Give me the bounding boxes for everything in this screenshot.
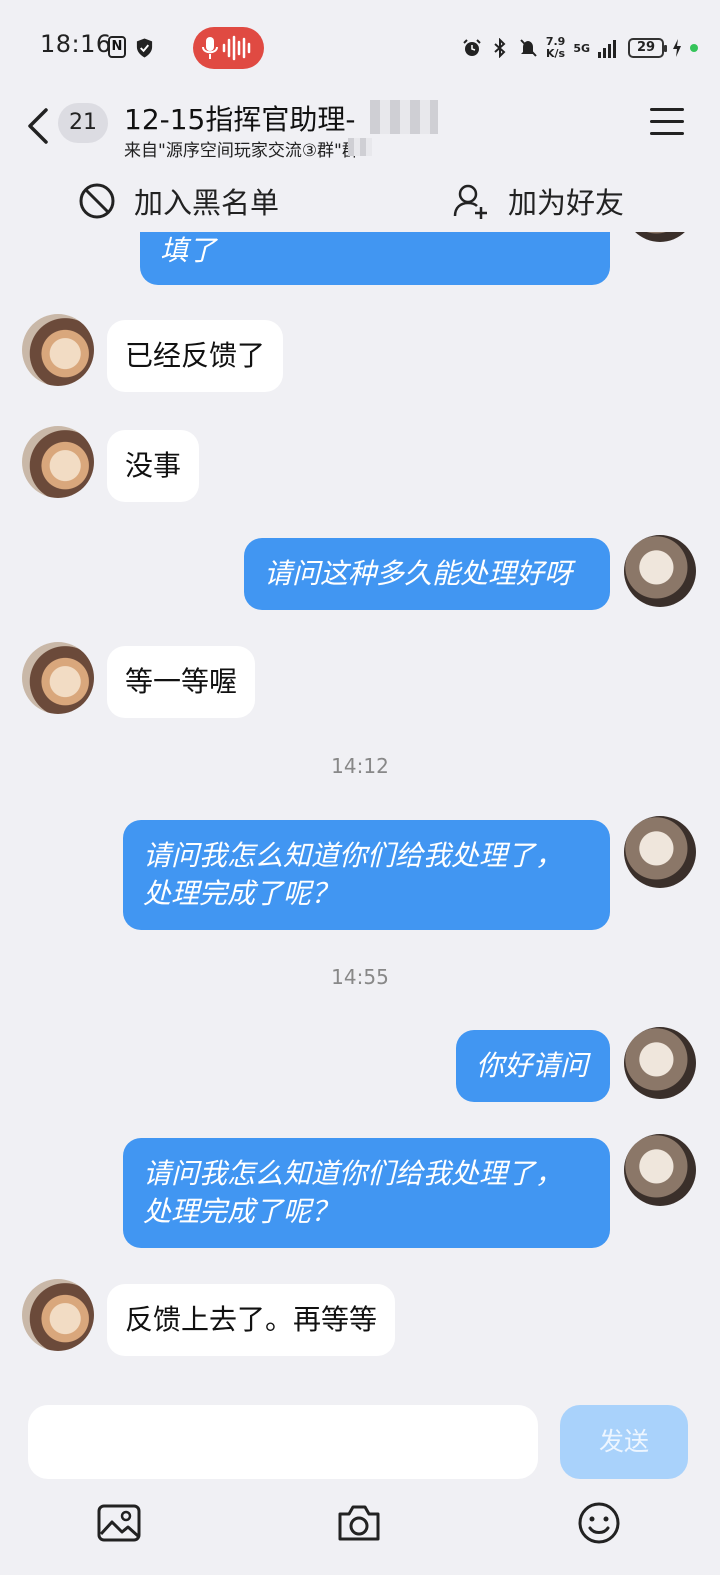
message-bubble-incoming[interactable]: 反馈上去了。再等等	[107, 1284, 396, 1356]
redacted-name	[370, 100, 438, 134]
avatar[interactable]	[624, 1134, 696, 1206]
add-friend-label: 加为好友	[508, 186, 625, 220]
message-text: 请问我怎么知道你们给我处理了，处理完成了呢？	[143, 839, 564, 910]
message-bubble-outgoing[interactable]: 你好请问	[456, 1030, 610, 1102]
recording-indicator[interactable]	[193, 27, 264, 69]
message-bubble-outgoing[interactable]: 请问我怎么知道你们给我处理了，处理完成了呢？	[123, 820, 610, 930]
message-text: 填了	[160, 234, 217, 267]
message-text: 已经反馈了	[125, 339, 266, 372]
avatar[interactable]	[624, 535, 696, 607]
message-bubble-outgoing[interactable]: 请问我怎么知道你们给我处理了，处理完成了呢？	[123, 1138, 610, 1248]
status-icons: 7.9 K/s 5G 29	[462, 34, 698, 62]
block-icon	[79, 183, 115, 219]
timestamp: 14:12	[331, 754, 389, 778]
network-speed-unit: K/s	[546, 47, 566, 60]
emoji-icon[interactable]	[576, 1500, 622, 1546]
avatar[interactable]	[22, 426, 94, 498]
message-text: 等一等喔	[125, 665, 238, 698]
message-text: 请问我怎么知道你们给我处理了，处理完成了呢？	[143, 1157, 564, 1228]
privacy-dot	[690, 44, 698, 52]
message-text: 反馈上去了。再等等	[125, 1303, 378, 1336]
message-input[interactable]	[28, 1405, 538, 1479]
avatar[interactable]	[22, 1279, 94, 1351]
menu-line	[650, 120, 684, 123]
back-icon[interactable]	[24, 106, 54, 146]
charging-icon	[673, 39, 681, 57]
message-bubble-outgoing[interactable]: 请问这种多久能处理好呀	[244, 538, 610, 610]
blacklist-label: 加入黑名单	[134, 186, 280, 220]
signal-icon	[598, 40, 616, 58]
stranger-action-bar: 加入黑名单 加为好友	[0, 170, 720, 232]
timestamp: 14:55	[331, 965, 389, 989]
battery-icon: 29	[628, 38, 667, 58]
mute-icon	[520, 39, 537, 57]
avatar[interactable]	[22, 314, 94, 386]
nfc-icon: N	[108, 36, 126, 58]
chat-subtitle: 来自"源序空间玩家交流③群"群	[124, 141, 359, 161]
add-friend-icon	[453, 184, 487, 219]
status-bar: 18:16 N 7.9 K/s 5G 29	[0, 0, 720, 92]
message-bubble-incoming[interactable]: 已经反馈了	[107, 320, 284, 392]
shield-icon	[136, 38, 153, 58]
microphone-icon	[202, 35, 251, 61]
network-speed: 7.9 K/s	[546, 36, 566, 60]
message-list[interactable]: 填了 已经反馈了 没事 请问这种多久能处理好呀 等一等喔 14:12 请问我怎么…	[0, 232, 720, 1392]
message-bubble-incoming[interactable]: 等一等喔	[107, 646, 256, 718]
message-text: 你好请问	[476, 1049, 589, 1082]
avatar[interactable]	[624, 232, 696, 242]
message-bubble-outgoing[interactable]: 填了	[140, 232, 610, 285]
message-text: 请问这种多久能处理好呀	[264, 557, 573, 590]
avatar[interactable]	[22, 642, 94, 714]
camera-icon[interactable]	[336, 1500, 382, 1546]
add-friend-button[interactable]: 加为好友	[452, 180, 624, 222]
unread-count-badge[interactable]: 21	[58, 103, 108, 143]
avatar[interactable]	[624, 1027, 696, 1099]
chat-title: 12-15指挥官助理-	[124, 103, 356, 136]
message-text: 没事	[125, 449, 182, 482]
composer-toolbar	[0, 1492, 720, 1575]
image-icon[interactable]	[96, 1500, 142, 1546]
menu-icon[interactable]	[650, 108, 684, 138]
menu-line	[650, 108, 684, 111]
menu-line	[650, 132, 684, 135]
status-time: 18:16	[40, 30, 112, 58]
chat-header: 21 12-15指挥官助理- 来自"源序空间玩家交流③群"群	[0, 92, 720, 170]
alarm-icon	[463, 39, 481, 56]
message-bubble-incoming[interactable]: 没事	[107, 430, 200, 502]
composer: 发送	[0, 1392, 720, 1492]
network-type: 5G	[573, 41, 590, 55]
avatar[interactable]	[624, 816, 696, 888]
blacklist-button[interactable]: 加入黑名单	[78, 180, 279, 222]
redacted-subtitle	[348, 138, 372, 156]
send-button[interactable]: 发送	[560, 1405, 688, 1479]
chat-screen: 18:16 N 7.9 K/s 5G 29 21 12-15指挥官助理- 来自"…	[0, 0, 720, 1575]
bluetooth-icon	[494, 38, 506, 58]
